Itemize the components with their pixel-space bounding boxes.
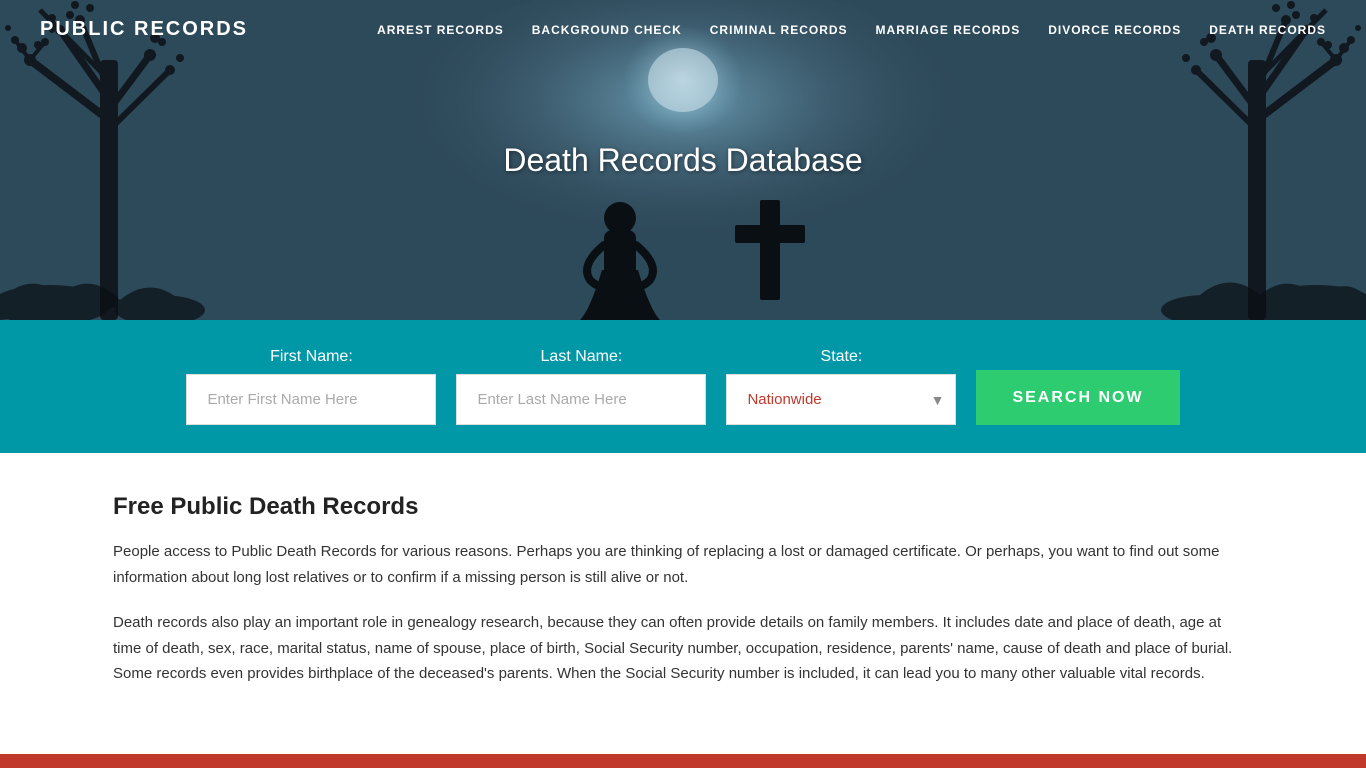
search-section: First Name: Last Name: State: Nationwide…	[0, 320, 1366, 453]
last-name-input[interactable]	[456, 374, 706, 425]
nav-divorce-records[interactable]: DIVORCE RECORDS	[1048, 23, 1181, 37]
state-label: State:	[726, 348, 956, 366]
page-wrapper: PUBLIC RECORDS ARREST RECORDS BACKGROUND…	[0, 0, 1366, 768]
content-heading: Free Public Death Records	[113, 493, 1253, 521]
last-name-label: Last Name:	[456, 348, 706, 366]
search-now-button[interactable]: SEARCH NOW	[976, 370, 1179, 425]
state-select[interactable]: NationwideAlabamaAlaskaArizonaArkansasCa…	[726, 374, 956, 425]
nav-death-records[interactable]: DEATH RECORDS	[1209, 23, 1326, 37]
nav-marriage-records[interactable]: MARRIAGE RECORDS	[876, 23, 1021, 37]
first-name-field-group: First Name:	[186, 348, 436, 425]
site-logo[interactable]: PUBLIC RECORDS	[40, 18, 248, 41]
state-field-group: State: NationwideAlabamaAlaskaArizonaArk…	[726, 348, 956, 425]
content-section: Free Public Death Records People access …	[0, 453, 1366, 747]
state-select-wrapper: NationwideAlabamaAlaskaArizonaArkansasCa…	[726, 374, 956, 425]
header: PUBLIC RECORDS ARREST RECORDS BACKGROUND…	[0, 0, 1366, 59]
nav-background-check[interactable]: BACKGROUND CHECK	[532, 23, 682, 37]
hero-title: Death Records Database	[503, 142, 862, 179]
content-paragraph-2: Death records also play an important rol…	[113, 610, 1253, 687]
nav-arrest-records[interactable]: ARREST RECORDS	[377, 23, 504, 37]
content-paragraph-1: People access to Public Death Records fo…	[113, 539, 1253, 590]
nav-criminal-records[interactable]: CRIMINAL RECORDS	[710, 23, 848, 37]
first-name-input[interactable]	[186, 374, 436, 425]
bottom-bar	[0, 754, 1366, 768]
main-nav: ARREST RECORDS BACKGROUND CHECK CRIMINAL…	[377, 23, 1326, 37]
last-name-field-group: Last Name:	[456, 348, 706, 425]
first-name-label: First Name:	[186, 348, 436, 366]
